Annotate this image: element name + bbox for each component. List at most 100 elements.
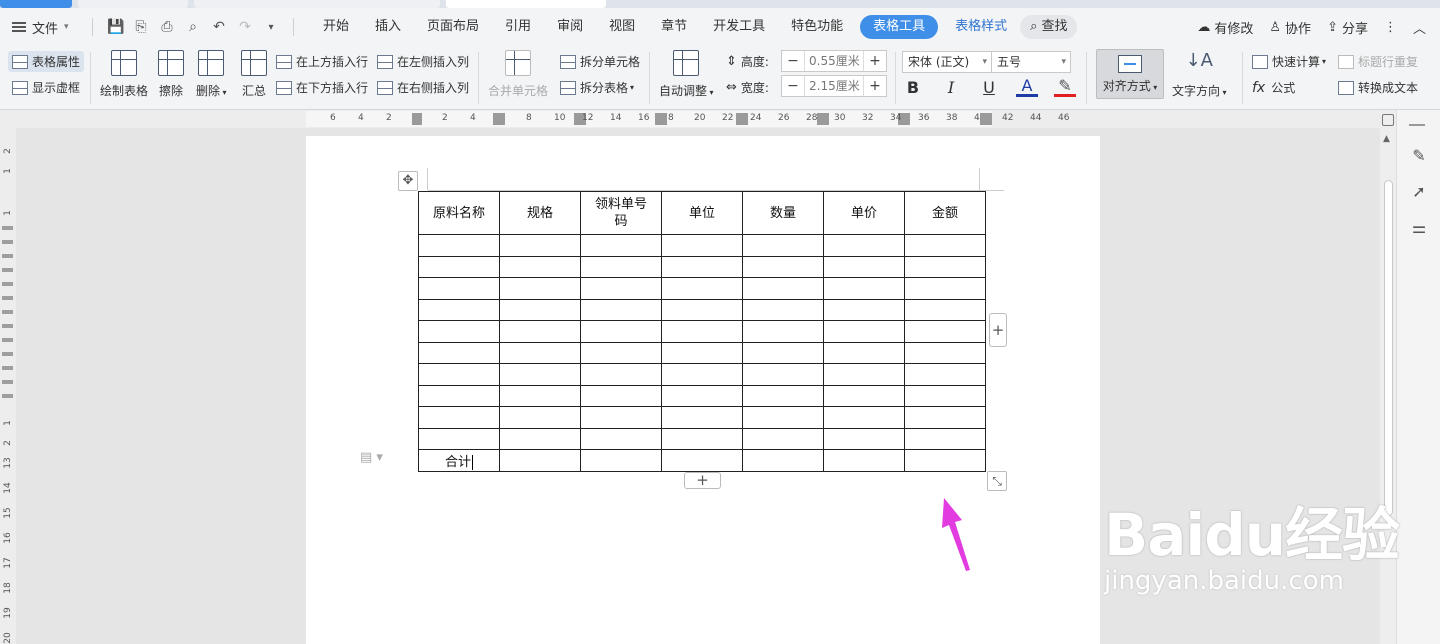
print-icon[interactable]: ⎙	[159, 19, 175, 35]
table-cell[interactable]	[904, 320, 986, 343]
table-cell[interactable]	[418, 384, 500, 407]
table-cell[interactable]	[742, 320, 824, 343]
erase-button[interactable]: 擦除	[158, 50, 184, 99]
table-cell[interactable]	[418, 363, 500, 386]
table-cell[interactable]	[499, 341, 581, 364]
table-cell[interactable]	[904, 298, 986, 321]
table-cell[interactable]	[580, 255, 662, 278]
auto-fit-button[interactable]: 自动调整 ▾	[659, 50, 714, 99]
plus-icon[interactable]: +	[864, 53, 886, 69]
save-icon[interactable]: 💾	[107, 19, 124, 35]
table-cell[interactable]	[661, 406, 743, 429]
horizontal-ruler[interactable]: 6 4 2 2 4 8 10 12 14 16 8 20 22 24 26 28 30 32 34 36 38 4 42 44…	[0, 110, 1440, 128]
table-cell[interactable]	[418, 341, 500, 364]
table-cell[interactable]	[661, 427, 743, 450]
draw-table-button[interactable]: 绘制表格	[100, 50, 148, 99]
insert-row-below-button[interactable]: 在下方插入行	[276, 79, 368, 96]
table-cell[interactable]	[742, 449, 824, 472]
table-cell[interactable]	[904, 406, 986, 429]
formula-button[interactable]: fx 公式	[1252, 79, 1295, 96]
table-cell[interactable]	[580, 234, 662, 257]
print-preview-icon[interactable]: ⌕	[185, 19, 201, 35]
add-row-button[interactable]: +	[684, 472, 721, 489]
align-button[interactable]: 对齐方式 ▾	[1096, 49, 1164, 99]
window-tab[interactable]	[0, 0, 72, 8]
table-cell[interactable]	[742, 234, 824, 257]
window-tab-active[interactable]	[446, 0, 606, 8]
table-cell[interactable]	[499, 449, 581, 472]
scrollbar-thumb[interactable]	[1384, 180, 1393, 516]
total-cell[interactable]: 合计	[418, 449, 500, 472]
tab-table-style[interactable]: 表格样式	[942, 15, 1020, 39]
table-cell[interactable]	[904, 255, 986, 278]
changes-button[interactable]: ☁ 有修改	[1197, 18, 1253, 37]
table-cell[interactable]	[904, 363, 986, 386]
edit-pen-icon[interactable]: ✎	[1409, 146, 1429, 165]
summary-button[interactable]: 汇总	[241, 50, 267, 99]
select-cursor-icon[interactable]: ➚	[1409, 182, 1429, 201]
table-cell[interactable]	[904, 277, 986, 300]
header-cell[interactable]: 规格	[499, 191, 581, 235]
header-cell[interactable]: 原料名称	[418, 191, 500, 235]
header-cell[interactable]: 单位	[661, 191, 743, 235]
text-direction-button[interactable]: ↓A 文字方向 ▾	[1172, 50, 1227, 99]
table-cell[interactable]	[661, 341, 743, 364]
split-table-button[interactable]: 拆分表格 ▾	[560, 79, 634, 96]
table-cell[interactable]	[661, 234, 743, 257]
table-cell[interactable]	[823, 298, 905, 321]
table-cell[interactable]	[742, 255, 824, 278]
table-cell[interactable]	[823, 406, 905, 429]
table-cell[interactable]	[742, 406, 824, 429]
table-cell[interactable]	[418, 298, 500, 321]
window-tab[interactable]	[78, 0, 188, 8]
plus-icon[interactable]: +	[864, 78, 886, 94]
highlight-icon[interactable]: ✎	[1054, 78, 1076, 97]
table-cell[interactable]	[742, 298, 824, 321]
table-cell[interactable]	[823, 320, 905, 343]
tab-features[interactable]: 特色功能	[778, 15, 856, 39]
table-cell[interactable]	[904, 449, 986, 472]
table-cell[interactable]	[580, 406, 662, 429]
tab-table-tools[interactable]: 表格工具	[860, 15, 939, 39]
table-cell[interactable]	[823, 234, 905, 257]
table-cell[interactable]	[823, 255, 905, 278]
table-cell[interactable]	[418, 427, 500, 450]
table-move-handle[interactable]: ✥	[398, 171, 418, 191]
table-cell[interactable]	[418, 406, 500, 429]
table-cell[interactable]	[418, 320, 500, 343]
header-cell[interactable]: 单价	[823, 191, 905, 235]
settings-sliders-icon[interactable]: ⚌	[1409, 218, 1429, 237]
vertical-ruler[interactable]: 2 1 1 1 2 13 14 15 16 17 18 19 20	[0, 128, 16, 644]
tab-view[interactable]: 视图	[596, 15, 648, 39]
table-cell[interactable]	[823, 384, 905, 407]
table-cell[interactable]	[823, 341, 905, 364]
table-cell[interactable]	[904, 341, 986, 364]
share-button[interactable]: ⇪ 分享	[1327, 18, 1368, 37]
file-menu[interactable]: 文件 ▾	[0, 18, 84, 37]
table-resize-handle[interactable]: ⤡	[987, 471, 1007, 491]
scroll-toggle-icon[interactable]	[1382, 114, 1394, 126]
quick-calc-button[interactable]: 快速计算 ▾	[1252, 53, 1326, 70]
underline-icon[interactable]: U	[978, 78, 1000, 97]
table-cell[interactable]	[742, 363, 824, 386]
font-name-select[interactable]: 宋体 (正文)	[902, 51, 992, 73]
add-column-button[interactable]: +	[989, 313, 1007, 347]
table-cell[interactable]	[661, 298, 743, 321]
tab-references[interactable]: 引用	[492, 15, 544, 39]
collapse-ribbon-icon[interactable]: ︿	[1413, 18, 1426, 37]
table-cell[interactable]	[580, 384, 662, 407]
table-cell[interactable]	[580, 449, 662, 472]
format-painter-icon[interactable]: ⎘	[133, 19, 149, 35]
bold-icon[interactable]: B	[902, 78, 924, 97]
undo-icon[interactable]: ↶	[211, 19, 227, 35]
table-cell[interactable]	[661, 363, 743, 386]
table-cell[interactable]	[418, 234, 500, 257]
table-cell[interactable]	[661, 277, 743, 300]
window-tab[interactable]	[194, 0, 440, 8]
table-cell[interactable]	[661, 384, 743, 407]
title-repeat-button[interactable]: 标题行重复	[1338, 53, 1418, 70]
tab-developer[interactable]: 开发工具	[700, 15, 778, 39]
table-cell[interactable]	[580, 427, 662, 450]
table-cell[interactable]	[742, 277, 824, 300]
convert-to-text-button[interactable]: 转换成文本	[1338, 79, 1418, 96]
